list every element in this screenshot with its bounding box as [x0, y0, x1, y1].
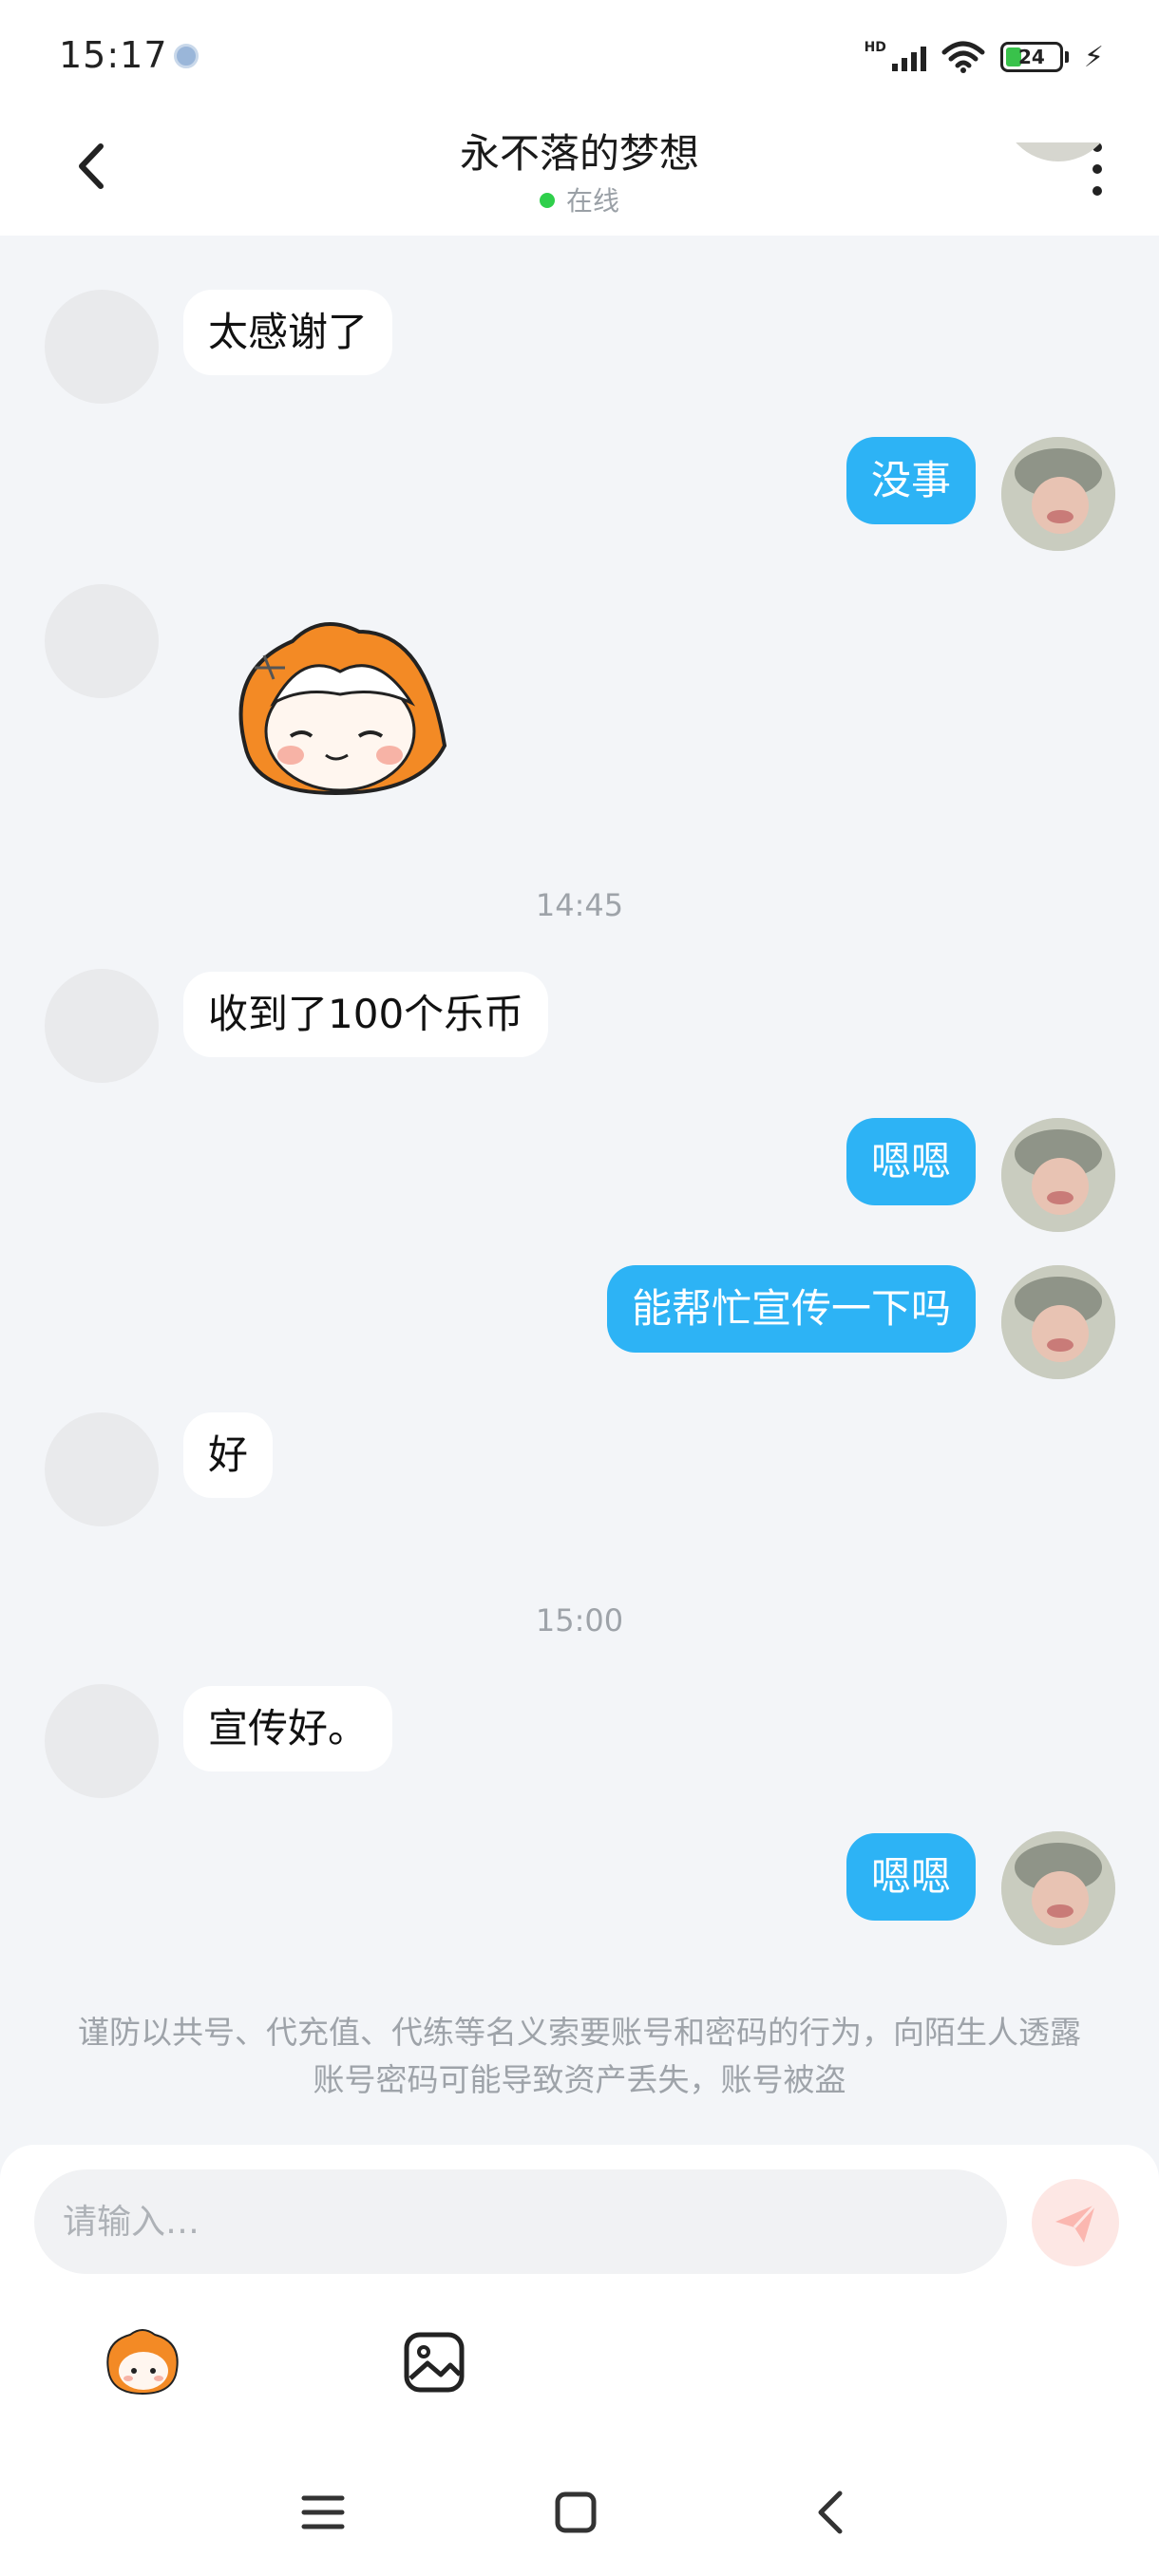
- sticker-button[interactable]: [99, 2318, 186, 2405]
- message-input[interactable]: [34, 2169, 1007, 2274]
- online-status-label: 在线: [565, 185, 619, 217]
- status-icons: HD 24 ⚡: [864, 36, 1104, 78]
- avatar-photo: [1001, 1265, 1115, 1379]
- message-bubble-sent[interactable]: 嗯嗯: [846, 1118, 976, 1205]
- contact-avatar[interactable]: [45, 1412, 159, 1526]
- chat-header: 永不落的梦想 在线: [0, 114, 1159, 236]
- hamburger-icon: [301, 2495, 345, 2529]
- time-separator: 15:00: [535, 1602, 624, 1638]
- wifi-icon: [941, 41, 985, 73]
- hd-indicator: HD: [864, 40, 886, 55]
- message-bubble-received[interactable]: 好: [183, 1412, 274, 1498]
- charging-icon: ⚡: [1083, 40, 1104, 74]
- nav-menu-button[interactable]: [290, 2479, 356, 2546]
- message-bubble-sent[interactable]: 能帮忙宣传一下吗: [606, 1265, 976, 1353]
- signal-icon: [891, 43, 926, 71]
- avatar-photo: [1001, 1831, 1115, 1945]
- message-bubble-received[interactable]: 收到了100个乐币: [183, 972, 549, 1057]
- my-avatar[interactable]: [1001, 1265, 1115, 1379]
- time-separator: 14:45: [535, 887, 624, 923]
- send-button[interactable]: [1032, 2179, 1119, 2266]
- paper-plane-icon: [1055, 2203, 1097, 2243]
- status-time: 15:17: [59, 34, 168, 76]
- contact-avatar[interactable]: [45, 290, 159, 404]
- square-home-icon: [555, 2491, 597, 2533]
- security-warning: 谨防以共号、代充值、代练等名义索要账号和密码的行为，向陌生人透露账号密码可能导致…: [78, 2014, 1081, 2098]
- nav-back-button[interactable]: [796, 2479, 863, 2546]
- image-button[interactable]: [391, 2320, 477, 2405]
- dot-icon: [1092, 164, 1102, 174]
- system-nav-bar: [0, 2460, 1159, 2555]
- message-bubble-sent[interactable]: 没事: [846, 437, 976, 524]
- my-avatar[interactable]: [1001, 1118, 1115, 1232]
- contact-avatar[interactable]: [45, 1684, 159, 1798]
- my-avatar[interactable]: [1001, 1831, 1115, 1945]
- chat-title: 永不落的梦想: [459, 130, 699, 177]
- battery-cap: [1064, 51, 1069, 63]
- contact-avatar[interactable]: [45, 969, 159, 1083]
- sticker-face-icon: [106, 2329, 179, 2396]
- battery-icon: 24: [999, 42, 1063, 72]
- message-bubble-received[interactable]: 太感谢了: [183, 290, 393, 375]
- dot-icon: [1092, 186, 1102, 196]
- image-icon: [404, 2332, 465, 2393]
- browser-notification-icon: [174, 44, 199, 68]
- message-bubble-received[interactable]: 宣传好。: [183, 1686, 393, 1771]
- back-triangle-icon: [818, 2491, 843, 2534]
- avatar-photo: [1001, 437, 1115, 551]
- online-status: 在线: [0, 180, 1159, 218]
- avatar-photo: [1001, 1118, 1115, 1232]
- my-avatar[interactable]: [1001, 437, 1115, 551]
- orange-hair-girl-sticker-icon[interactable]: [217, 613, 454, 803]
- battery-level: 24: [1018, 46, 1045, 68]
- nav-home-button[interactable]: [542, 2479, 609, 2546]
- message-bubble-sent[interactable]: 嗯嗯: [846, 1833, 976, 1921]
- status-bar: 15:17 HD 24 ⚡: [0, 0, 1159, 114]
- online-dot-icon: [539, 193, 555, 208]
- contact-avatar[interactable]: [45, 584, 159, 698]
